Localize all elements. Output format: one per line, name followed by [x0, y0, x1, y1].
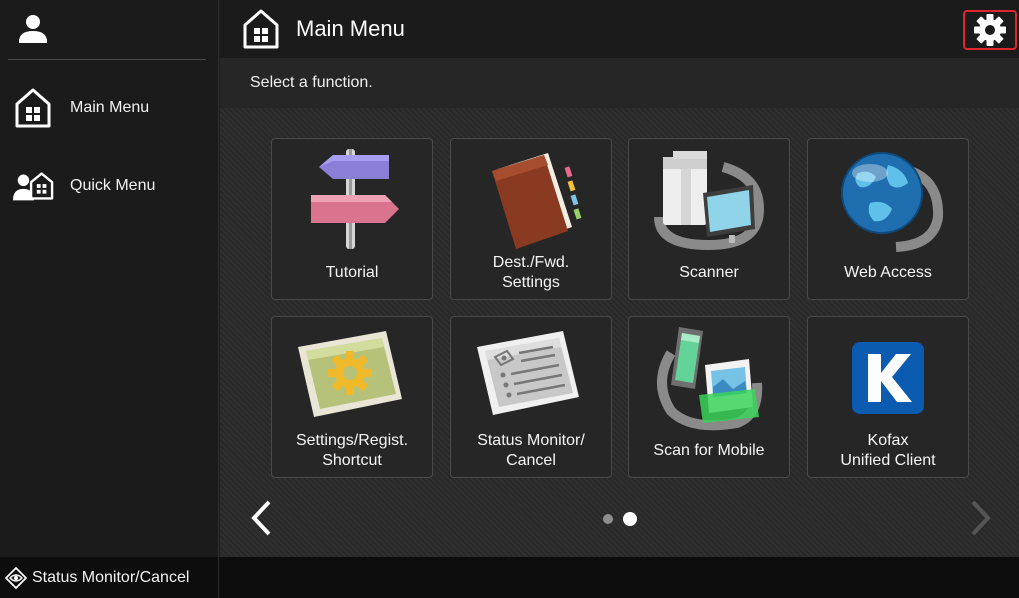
tile-label: Scanner: [679, 264, 739, 281]
chevron-right-icon: [971, 500, 991, 536]
app-root: Main Menu Quick Menu Main Menu Select a …: [0, 0, 1019, 598]
eye-diamond-icon: [4, 566, 28, 589]
tile-label: Dest./Fwd. Settings: [492, 254, 570, 291]
address-book-icon: [451, 145, 611, 255]
tile-label: Scan for Mobile: [653, 442, 765, 459]
tile-kofax-unified-client[interactable]: Kofax Unified Client: [807, 316, 969, 478]
sidebar-item-main-menu[interactable]: Main Menu: [0, 78, 219, 138]
settings-button[interactable]: [963, 10, 1017, 50]
tile-label: Kofax Unified Client: [840, 432, 936, 469]
status-monitor-cancel-button[interactable]: Status Monitor/Cancel: [0, 557, 219, 598]
next-page-button[interactable]: [964, 498, 998, 538]
sidebar-item-quick-menu[interactable]: Quick Menu: [0, 156, 219, 216]
quick-menu-icon: [12, 165, 54, 207]
tile-web-access[interactable]: Web Access: [807, 138, 969, 300]
tile-label: Status Monitor/ Cancel: [477, 432, 585, 469]
globe-icon: [808, 145, 968, 255]
sidebar-item-label: Main Menu: [70, 99, 150, 116]
sidebar-item-label: Quick Menu: [70, 177, 156, 194]
tile-label: Settings/Regist. Shortcut: [295, 432, 409, 469]
sidebar: Main Menu Quick Menu: [0, 0, 219, 557]
status-monitor-label: Status Monitor/Cancel: [32, 568, 190, 586]
header-bar: Main Menu: [220, 0, 1019, 58]
gear-icon: [974, 14, 1006, 46]
sidebar-divider: [8, 59, 206, 60]
chevron-left-icon: [251, 500, 271, 536]
status-monitor-icon: [451, 323, 611, 433]
tile-status-monitor-cancel[interactable]: Status Monitor/ Cancel: [450, 316, 612, 478]
tile-scanner[interactable]: Scanner: [628, 138, 790, 300]
tile-label: Tutorial: [325, 264, 379, 281]
home-icon: [12, 87, 54, 129]
page-dot: [603, 514, 613, 524]
page-title: Main Menu: [296, 16, 405, 41]
settings-gear-screen-icon: [272, 323, 432, 433]
scanner-icon: [629, 145, 789, 255]
tile-tutorial[interactable]: Tutorial: [271, 138, 433, 300]
home-icon: [242, 8, 280, 50]
tile-scan-for-mobile[interactable]: Scan for Mobile: [628, 316, 790, 478]
page-indicator: [603, 512, 643, 526]
user-button[interactable]: [0, 0, 219, 58]
signpost-icon: [272, 145, 432, 255]
instruction-text: Select a function.: [220, 58, 1019, 108]
kofax-icon: [808, 323, 968, 433]
previous-page-button[interactable]: [244, 498, 278, 538]
page-dot-active: [623, 512, 637, 526]
user-icon: [19, 15, 47, 43]
tile-dest-fwd-settings[interactable]: Dest./Fwd. Settings: [450, 138, 612, 300]
mobile-scan-icon: [629, 323, 789, 433]
tile-settings-regist-shortcut[interactable]: Settings/Regist. Shortcut: [271, 316, 433, 478]
main-content: Select a function. Tutorial Dest./Fwd. S…: [220, 58, 1019, 557]
footer-bar: Status Monitor/Cancel: [0, 557, 1019, 598]
tile-label: Web Access: [844, 264, 932, 281]
